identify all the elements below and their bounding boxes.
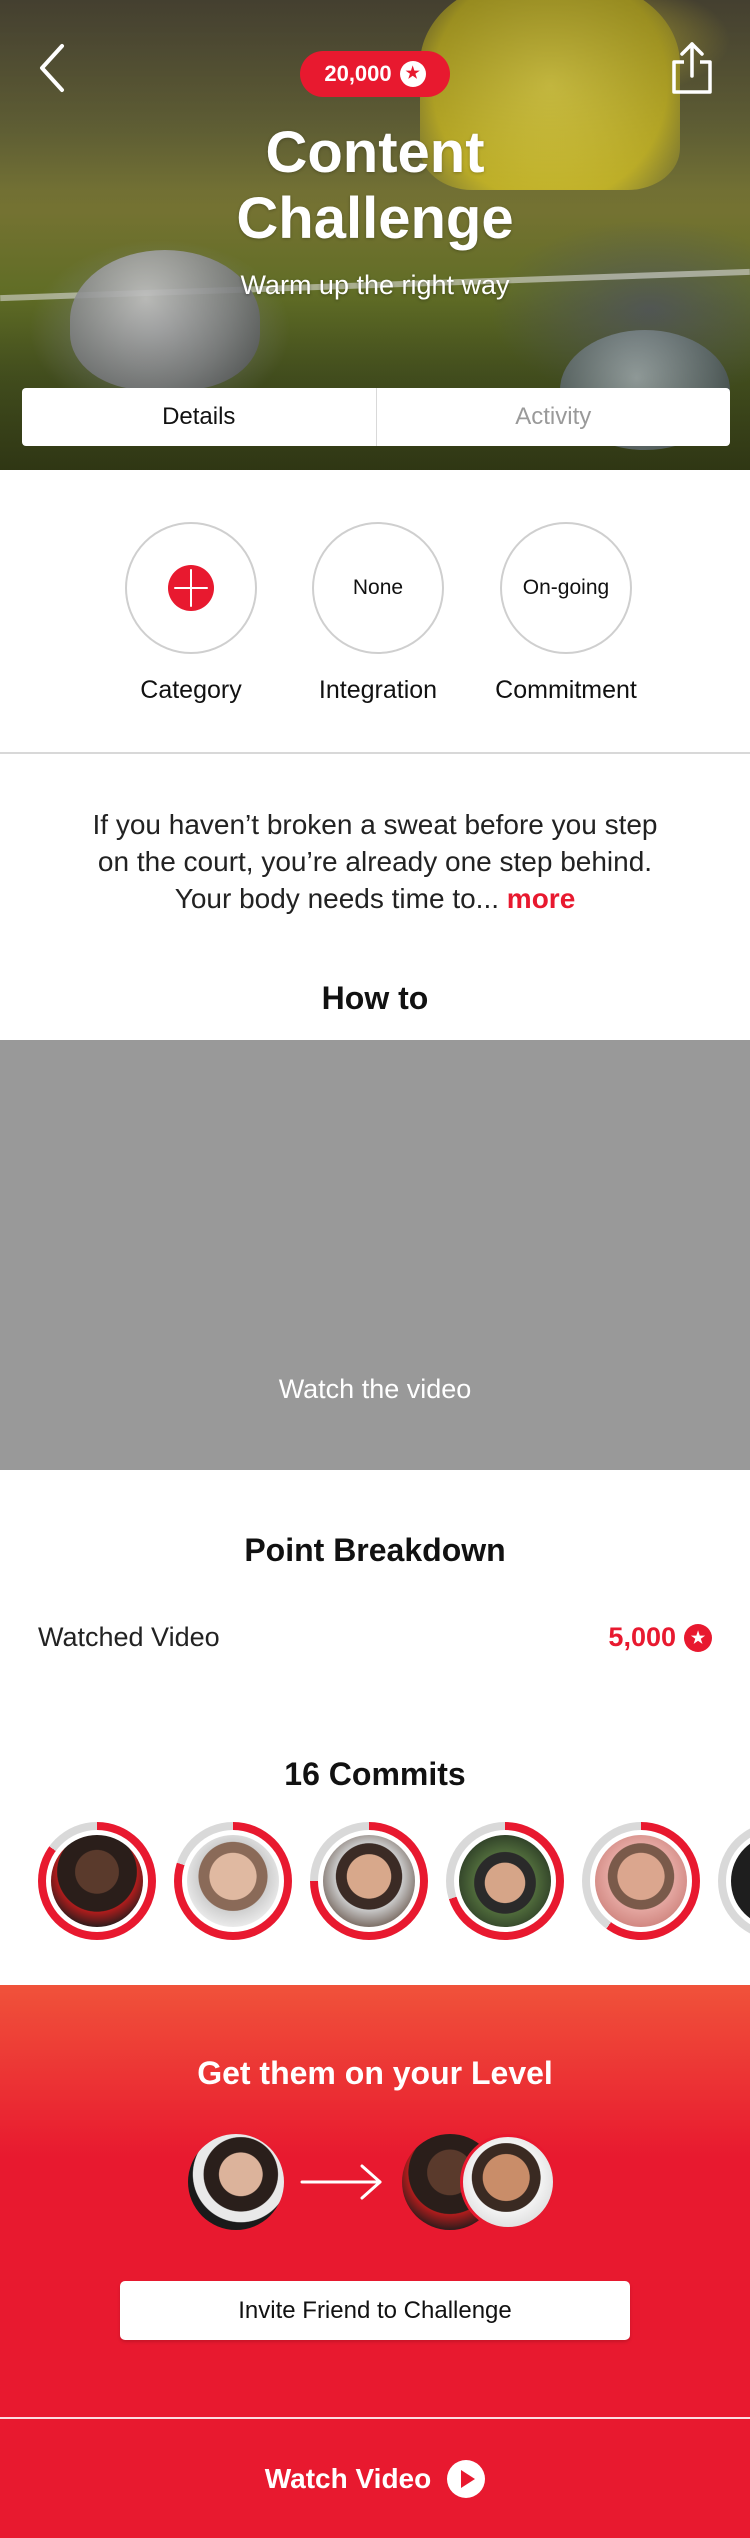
commitment-circle: On-going <box>500 522 632 654</box>
star-icon: ★ <box>684 1623 712 1652</box>
attribute-integration: None Integration <box>288 522 468 705</box>
video-player[interactable] <box>0 1040 750 1470</box>
watch-video-button[interactable]: Watch Video <box>0 2417 750 2538</box>
friend-avatar <box>460 2134 556 2230</box>
committed-users-list <box>38 1822 750 1942</box>
star-icon: ★ <box>399 61 426 87</box>
more-link[interactable]: more <box>507 883 575 914</box>
category-circle <box>125 522 257 654</box>
commit-avatar[interactable] <box>310 1822 428 1940</box>
page-subtitle: Warm up the right way <box>240 270 510 300</box>
invite-title: Get them on your Level <box>197 2055 553 2091</box>
page-title: Content Challenge <box>0 120 750 252</box>
avatar <box>323 1835 415 1927</box>
points-value: 20,000 <box>324 61 392 86</box>
attribute-value: None <box>352 576 404 599</box>
commit-avatar[interactable] <box>446 1822 564 1940</box>
avatar <box>187 1835 279 1927</box>
point-breakdown-title: Point Breakdown <box>244 1532 506 1568</box>
tab-details[interactable]: Details <box>22 388 376 446</box>
your-avatar <box>188 2134 284 2230</box>
commit-avatar[interactable] <box>174 1822 292 1940</box>
attribute-label: Commitment <box>495 676 637 704</box>
point-item-label: Watched Video <box>38 1622 220 1652</box>
commit-avatar[interactable] <box>718 1822 750 1940</box>
page-title-line-1: Content <box>265 120 485 185</box>
attribute-value: On-going <box>522 576 610 599</box>
how-to-title: How to <box>321 980 429 1016</box>
watch-video-label: Watch Video <box>264 2462 432 2494</box>
brain-icon <box>168 565 214 611</box>
attribute-category: Category <box>101 522 281 705</box>
commit-avatar[interactable] <box>582 1822 700 1940</box>
hero-banner: 20,000 ★ Content Challenge Warm up the r… <box>0 0 750 470</box>
segmented-tabs: Details Activity <box>22 388 730 446</box>
invite-friend-button[interactable]: Invite Friend to Challenge <box>120 2281 630 2340</box>
attribute-label: Category <box>140 676 242 704</box>
attribute-label: Integration <box>318 676 438 704</box>
play-icon <box>447 2459 486 2498</box>
attribute-commitment: On-going Commitment <box>476 522 656 705</box>
commits-title: 16 Commits <box>284 1756 466 1792</box>
share-icon <box>672 42 712 94</box>
avatar <box>595 1835 687 1927</box>
integration-circle: None <box>312 522 444 654</box>
point-item-amount: 5,000 <box>608 1622 676 1652</box>
point-breakdown-row: Watched Video 5,000 ★ <box>38 1622 712 1653</box>
page-title-line-2: Challenge <box>236 186 514 251</box>
challenge-attributes: Category None Integration On-going Commi… <box>0 470 750 754</box>
challenge-description: If you haven’t broken a sweat before you… <box>90 806 660 917</box>
share-button[interactable] <box>668 40 716 96</box>
point-item-value: 5,000 ★ <box>608 1622 712 1653</box>
commit-avatar[interactable] <box>38 1822 156 1940</box>
tab-activity[interactable]: Activity <box>375 388 731 446</box>
avatar <box>51 1835 143 1927</box>
chevron-left-icon <box>40 44 64 92</box>
back-button[interactable] <box>36 40 72 96</box>
watch-the-video-label: Watch the video <box>278 1374 472 1404</box>
points-badge: 20,000 ★ <box>300 51 450 97</box>
avatar <box>459 1835 551 1927</box>
avatar <box>731 1835 750 1927</box>
arrow-right-icon <box>300 2164 382 2200</box>
